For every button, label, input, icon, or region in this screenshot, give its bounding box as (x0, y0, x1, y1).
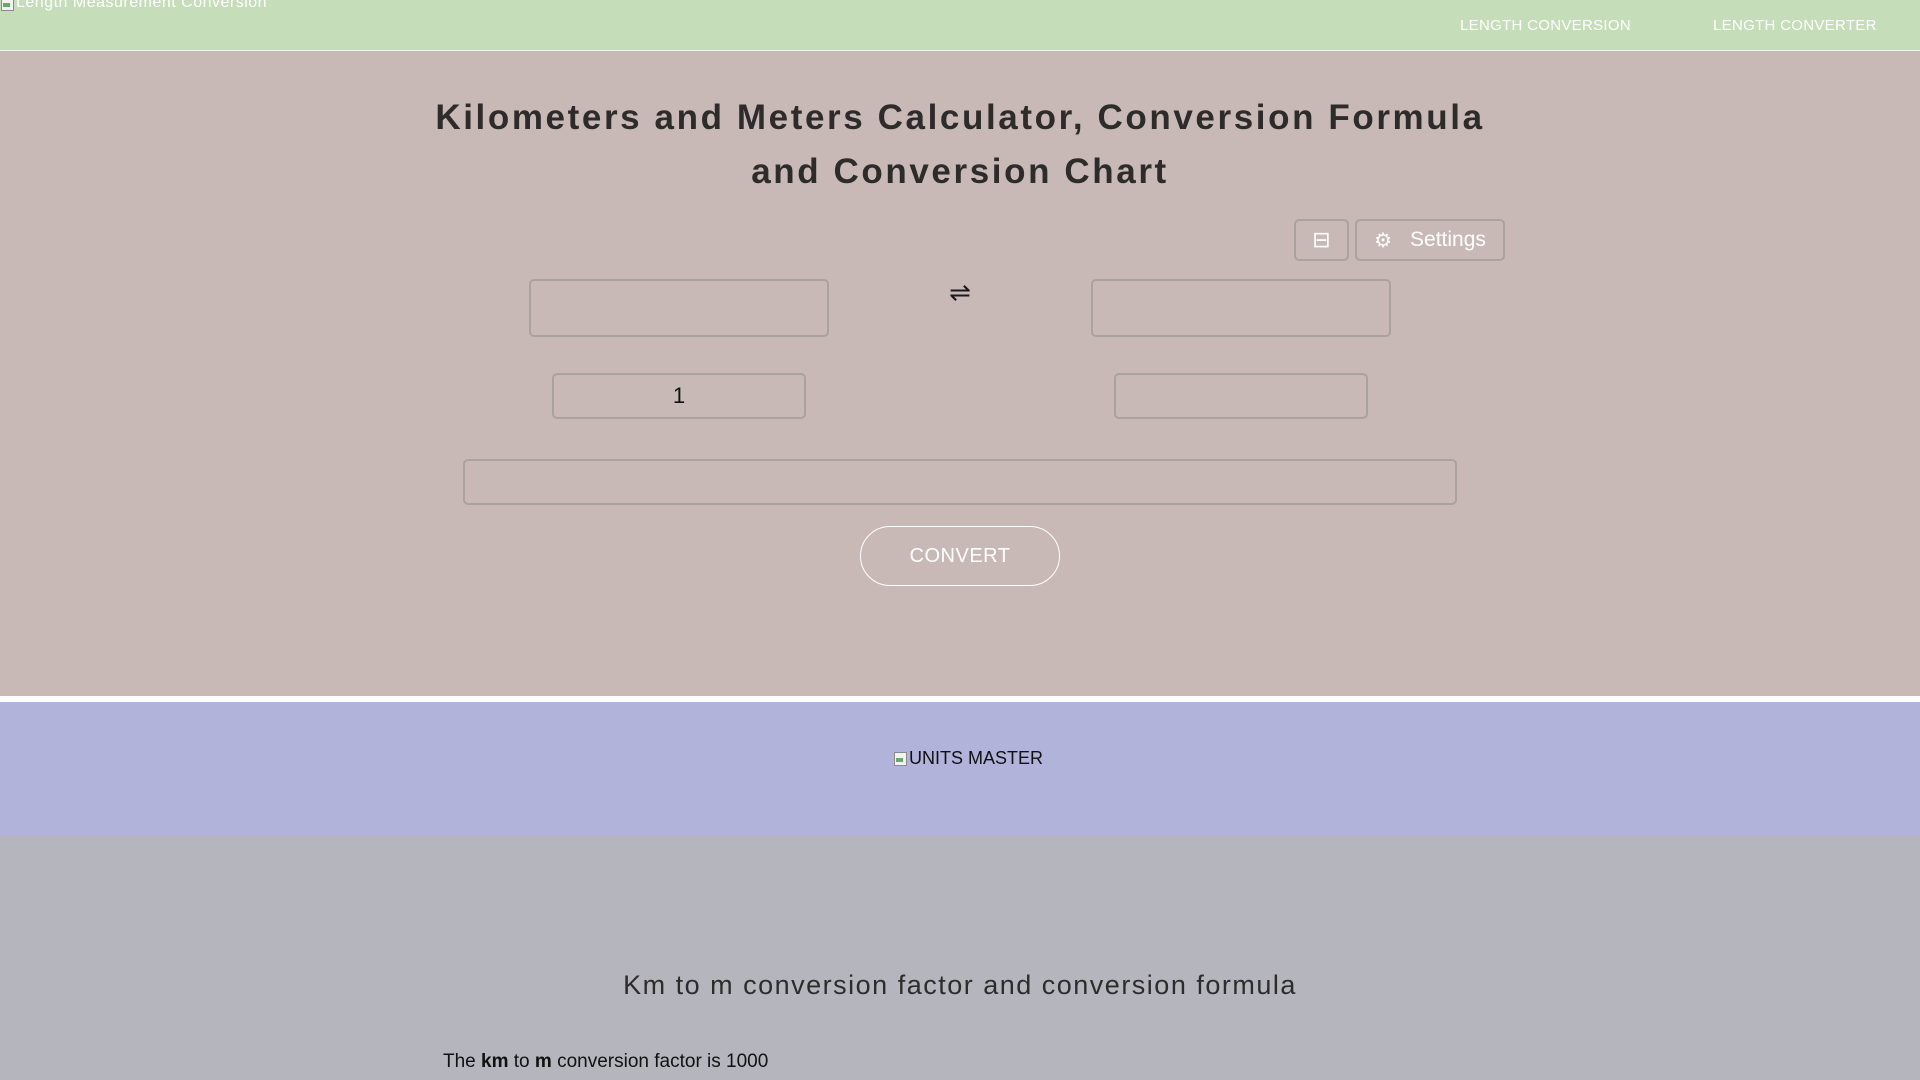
result-output (463, 459, 1457, 505)
layout-toggle-button[interactable]: ⊟ (1294, 219, 1349, 261)
to-value-input[interactable] (1114, 373, 1368, 419)
to-unit-select[interactable] (1091, 279, 1391, 337)
from-value-input[interactable] (552, 373, 806, 419)
broken-image-icon (0, 0, 14, 11)
brand-logo-alt-text: UNITS MASTER (909, 748, 1044, 768)
factor-from-unit: km (481, 1051, 509, 1072)
factor-to-unit: m (534, 1051, 552, 1072)
settings-button[interactable]: ⚙ Settings (1355, 219, 1505, 261)
page-title: Kilometers and Meters Calculator, Conver… (435, 98, 1485, 191)
section-heading: Km to m conversion factor and conversion… (623, 970, 1297, 1000)
settings-label: Settings (1410, 228, 1486, 251)
factor-mid: to (508, 1051, 535, 1072)
top-nav: Length Measurement Conversion LENGTH CON… (0, 0, 1920, 51)
nav-link-length-converter[interactable]: LENGTH CONVERTER (1713, 17, 1877, 34)
units-master-logo[interactable]: UNITS MASTER (893, 748, 1044, 768)
nav-link-length-conversion[interactable]: LENGTH CONVERSION (1460, 17, 1631, 34)
content-section: Km to m conversion factor and conversion… (0, 836, 1920, 1080)
factor-suffix: conversion factor is 1000 (551, 1051, 769, 1072)
from-unit-select[interactable] (529, 279, 829, 337)
converter-section: Kilometers and Meters Calculator, Conver… (0, 51, 1920, 696)
broken-image-icon (893, 750, 907, 766)
site-logo[interactable]: Length Measurement Conversion (0, 0, 267, 12)
site-logo-alt-text: Length Measurement Conversion (16, 0, 268, 11)
factor-prefix: The (443, 1051, 482, 1072)
swap-units-icon[interactable]: ⇌ (944, 277, 976, 308)
convert-button[interactable]: CONVERT (860, 526, 1060, 586)
brand-band: UNITS MASTER (0, 702, 1920, 836)
gear-icon: ⚙ (1374, 229, 1393, 252)
conversion-factor-text: The km to m conversion factor is 1000 (443, 1051, 768, 1073)
layout-icon: ⊟ (1312, 227, 1331, 252)
